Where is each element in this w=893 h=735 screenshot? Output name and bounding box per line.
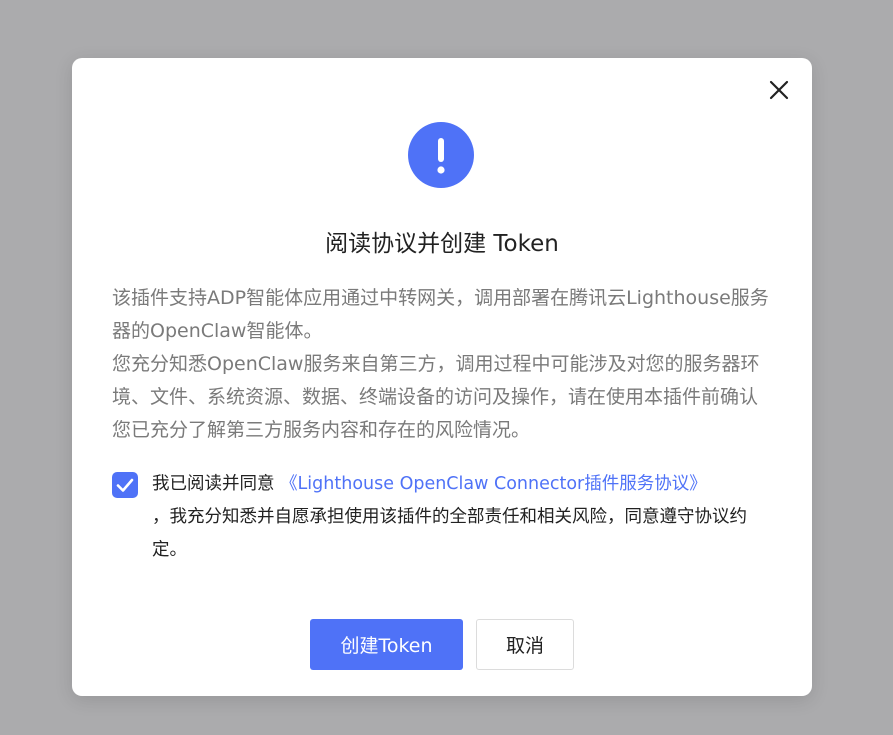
agreement-prefix: 我已阅读并同意 [152,474,281,494]
agreement-dialog: 阅读协议并创建 Token 该插件支持ADP智能体应用通过中转网关，调用部署在腾… [72,58,812,696]
agreement-row: 我已阅读并同意 《Lighthouse OpenClaw Connector插件… [112,468,772,568]
agreement-text: 我已阅读并同意 《Lighthouse OpenClaw Connector插件… [152,468,762,567]
dialog-title: 阅读协议并创建 Token [325,231,559,257]
dialog-description: 该插件支持ADP智能体应用通过中转网关，调用部署在腾讯云Lighthouse服务… [112,282,774,447]
close-icon [769,80,789,100]
agreement-suffix: ，我充分知悉并自愿承担使用该插件的全部责任和相关风险，同意遵守协议约定。 [152,507,747,560]
cancel-button[interactable]: 取消 [476,619,574,670]
description-paragraph: 您充分知悉OpenClaw服务来自第三方，调用过程中可能涉及对您的服务器环境、文… [112,353,760,441]
description-paragraph: 该插件支持ADP智能体应用通过中转网关，调用部署在腾讯云Lighthouse服务… [112,287,769,342]
exclamation-icon [408,122,474,188]
check-icon [116,478,134,492]
agreement-link[interactable]: 《Lighthouse OpenClaw Connector插件服务协议》 [280,474,707,494]
agreement-checkbox[interactable] [112,472,138,498]
create-token-button[interactable]: 创建Token [310,619,463,670]
close-button[interactable] [765,76,793,104]
